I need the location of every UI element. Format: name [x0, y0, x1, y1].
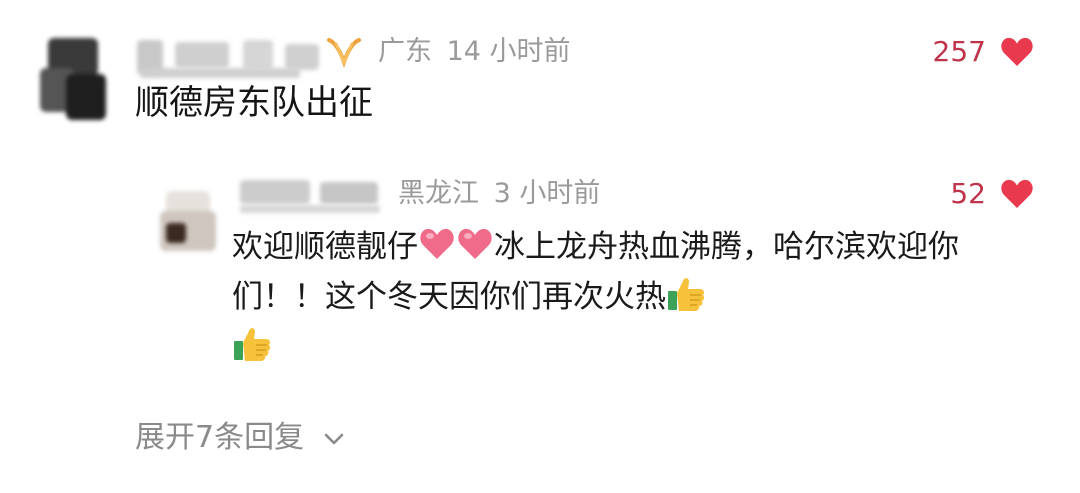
reply-meta: 黑龙江 3 小时前	[398, 178, 600, 210]
comment-time: 14 小时前	[446, 36, 571, 67]
reply-text-part1: 欢迎顺德靓仔	[232, 229, 418, 265]
thumbs-up-emoji-icon	[668, 278, 705, 311]
vip-badge-icon	[326, 36, 362, 68]
heart-icon	[1001, 179, 1033, 208]
comment-location: 广东	[378, 36, 432, 67]
expand-replies-label: 展开7条回复	[135, 420, 305, 455]
reply-text: 欢迎顺德靓仔 冰上龙舟热血沸腾，哈尔滨欢迎你们！！这个冬天因你们再次火热	[232, 222, 1012, 372]
reply-avatar[interactable]	[160, 185, 216, 255]
like-button[interactable]	[1000, 36, 1034, 72]
expand-replies-button[interactable]: 展开7条回复	[135, 420, 346, 456]
username-blur-line	[140, 68, 300, 78]
comment-meta: 广东 14 小时前	[378, 36, 571, 68]
reply-like-count: 52	[950, 177, 986, 210]
avatar[interactable]	[40, 38, 106, 120]
chevron-down-icon	[324, 433, 343, 445]
pink-heart-emoji-icon	[458, 228, 492, 259]
comment-like-count: 257	[932, 35, 986, 68]
reply-time: 3 小时前	[493, 178, 601, 209]
reply-location: 黑龙江	[398, 178, 479, 209]
heart-icon	[1001, 37, 1033, 66]
comment-text: 顺德房东队出征	[135, 83, 373, 123]
reply-like-button[interactable]	[1000, 178, 1034, 214]
reply-username-blur-line	[240, 205, 380, 213]
thumbs-up-emoji-icon	[234, 328, 271, 361]
pink-heart-emoji-icon	[420, 228, 454, 259]
